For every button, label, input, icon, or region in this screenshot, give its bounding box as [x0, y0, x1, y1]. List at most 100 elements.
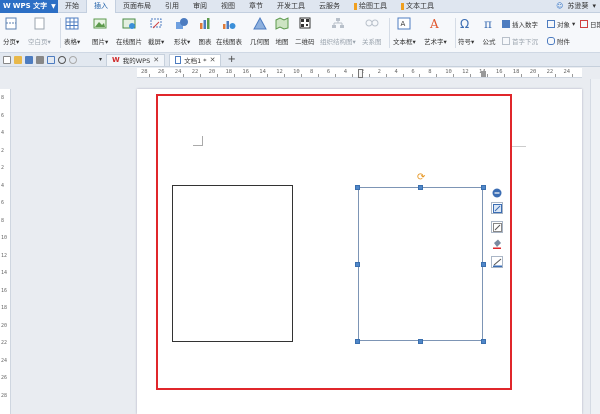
tab-5[interactable]: 视图 [214, 0, 242, 13]
drop-cap-label: 首字下沉 [512, 37, 538, 46]
resize-handle[interactable] [355, 262, 360, 267]
tab-6[interactable]: 章节 [242, 0, 270, 13]
geometry-button[interactable]: 几何图 [250, 16, 270, 49]
relation-button[interactable]: 关系图 [362, 16, 382, 49]
ruler-tick [318, 74, 319, 77]
date-button[interactable]: 日期 [580, 18, 600, 29]
ruler-number: 24 [1, 357, 8, 364]
tab-7[interactable]: 开发工具 [270, 0, 312, 13]
tab-4[interactable]: 审阅 [186, 0, 214, 13]
formula-button[interactable]: π 公式 [482, 16, 496, 49]
tab-2[interactable]: 页面布局 [116, 0, 158, 13]
new-doc-icon[interactable] [3, 55, 11, 64]
quick-access-dropdown-icon[interactable]: ▾ [99, 56, 102, 63]
tab-1[interactable]: 插入 [86, 0, 116, 13]
tab-document1[interactable]: 文档1 * ✕ [169, 53, 222, 66]
tab-8[interactable]: 云服务 [312, 0, 347, 13]
shape-style-button[interactable] [491, 202, 503, 214]
ruler-right-indent-marker[interactable] [481, 71, 486, 77]
tab-0[interactable]: 开始 [58, 0, 86, 13]
ruler-tick [453, 74, 455, 77]
ruler-number: 8 [428, 69, 432, 75]
shape-outline-button[interactable] [491, 221, 503, 233]
resize-handle[interactable] [418, 185, 423, 190]
ruler-tick [351, 74, 353, 77]
ruler-number: 2 [1, 165, 5, 171]
object-button[interactable]: 对象 ▾ [547, 18, 575, 29]
undo-icon[interactable] [58, 55, 66, 64]
app-menu-button[interactable]: W WPS 文字 ▼ [0, 0, 58, 13]
textbox-button[interactable]: A 文本框▾ [393, 16, 416, 49]
ruler-number: 22 [191, 69, 199, 75]
resize-handle[interactable] [355, 339, 360, 344]
date-label: 日期 [590, 20, 600, 29]
redo-icon[interactable] [69, 55, 77, 64]
tab-10[interactable]: 文本工具 [394, 0, 441, 13]
wps-logo-icon: W [112, 56, 120, 64]
ruler-number: 4 [1, 130, 5, 136]
attachment-button[interactable]: 附件 [547, 35, 570, 46]
ruler-number: 8 [1, 95, 5, 101]
qrcode-button[interactable]: 二维码 [295, 16, 315, 49]
online-picture-label: 在线图片 [116, 38, 142, 46]
blank-page-button[interactable]: 空白页▾ [28, 16, 51, 49]
new-tab-plus-icon[interactable]: + [227, 54, 235, 65]
save-icon[interactable] [25, 55, 33, 64]
rectangle-shape-left[interactable] [172, 185, 293, 342]
fill-color-button[interactable] [491, 238, 503, 250]
vertical-ruler[interactable]: 8 6 4 2 2 4 6 8 10 12 14 16 18 20 22 24 26 28 [0, 89, 11, 414]
vertical-scrollbar[interactable] [590, 79, 600, 414]
ruler-number: 20 [208, 69, 216, 75]
qrcode-label: 二维码 [295, 38, 315, 46]
page-break-button[interactable]: 分页▾ [3, 16, 19, 49]
preview-icon[interactable] [47, 55, 55, 64]
ruler-indent-marker[interactable] [358, 69, 363, 78]
open-folder-icon[interactable] [14, 55, 22, 64]
print-icon[interactable] [36, 55, 44, 64]
divider [455, 18, 456, 48]
resize-handle[interactable] [481, 262, 486, 267]
resize-handle[interactable] [355, 185, 360, 190]
menu-tab-label: 开始 [65, 2, 79, 10]
ruler-number: 8 [1, 217, 5, 224]
chart-button[interactable]: 图表 [198, 16, 212, 49]
close-icon[interactable]: ✕ [210, 56, 216, 64]
rotate-handle-icon[interactable]: ⟳ [417, 173, 427, 183]
tab-3[interactable]: 引用 [158, 0, 186, 13]
tab-9[interactable]: 绘图工具 [347, 0, 394, 13]
shape-button[interactable]: 形状▾ [174, 16, 190, 49]
ruler-number: 20 [529, 69, 537, 75]
table-button[interactable]: 表格▾ [64, 16, 80, 49]
chevron-down-icon: ▾ [187, 38, 191, 46]
screenshot-button[interactable]: 截屏▾ [148, 16, 164, 49]
ruler-number: 6 [1, 112, 5, 119]
org-chart-button[interactable]: 组织结构图▾ [320, 16, 356, 49]
rectangle-shape-selected[interactable] [358, 187, 483, 341]
resize-handle[interactable] [481, 185, 486, 190]
drop-cap-button[interactable]: 首字下沉 [502, 35, 538, 46]
menu-tab-label: 页面布局 [123, 2, 151, 10]
wordart-icon: A [428, 17, 442, 31]
online-chart-button[interactable]: 在线图表 [216, 16, 242, 49]
user-name[interactable]: 苏逊葵 [567, 1, 588, 11]
wordart-button[interactable]: A 艺术字▾ [424, 16, 447, 49]
tab-my-wps-label: 我的WPS [122, 57, 151, 65]
ruler-number: 12 [1, 252, 8, 259]
context-tab-marker [354, 2, 357, 10]
document-tab-bar: ▾ W 我的WPS ✕ 文档1 * ✕ + [0, 53, 600, 67]
picture-button[interactable]: 图片▾ [92, 16, 108, 49]
collapse-toolbar-button[interactable] [491, 187, 503, 199]
svg-text:Ω: Ω [460, 17, 469, 30]
object-label: 对象 [557, 20, 570, 29]
chevron-down-icon: ▾ [16, 38, 20, 46]
close-icon[interactable]: ✕ [153, 56, 159, 64]
resize-handle[interactable] [418, 339, 423, 344]
symbol-button[interactable]: Ω 符号▾ [458, 16, 474, 49]
map-button[interactable]: 地图 [275, 16, 289, 49]
online-picture-button[interactable]: 在线图片 [116, 16, 142, 49]
insert-number-button[interactable]: 插入数字 [502, 18, 538, 29]
resize-handle[interactable] [481, 339, 486, 344]
geometry-icon [252, 16, 267, 30]
line-color-button[interactable] [491, 256, 503, 268]
tab-my-wps[interactable]: W 我的WPS ✕ [106, 53, 166, 66]
